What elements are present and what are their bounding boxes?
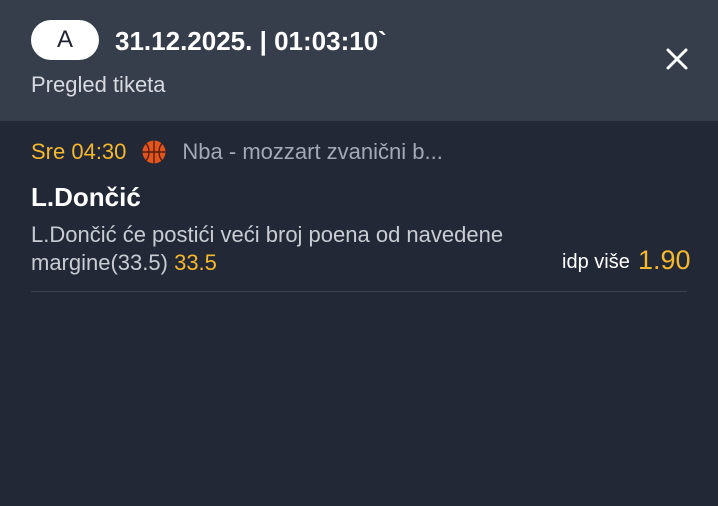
- bet-line-value: 33.5: [174, 250, 217, 275]
- player-name: L.Dončić: [31, 182, 141, 212]
- ticket-badge: A: [31, 20, 99, 60]
- close-icon: [666, 48, 688, 70]
- odds-value: 1.90: [638, 245, 691, 275]
- league-name: Nba - mozzart zvanični b...: [182, 139, 443, 164]
- bet-description-line2: margine(33.5): [31, 250, 168, 275]
- basketball-icon: [141, 139, 167, 165]
- ticket-header: A 31.12.2025. | 01:03:10` Pregled tiketa: [0, 0, 718, 121]
- bet-description: L.Dončić će postići veći broj poena od n…: [31, 221, 561, 277]
- event-info-row: Sre 04:30 Nba - mozzart zvanični b...: [31, 136, 443, 168]
- close-button[interactable]: [660, 42, 694, 76]
- bet-description-line1: L.Dončić će postići veći broj poena od n…: [31, 222, 504, 247]
- divider: [31, 291, 687, 292]
- page-title: Pregled tiketa: [31, 72, 166, 97]
- pick-label: idp više: [562, 251, 630, 273]
- bet-description-line2-wrap: margine(33.5) 33.5: [31, 249, 561, 277]
- ticket-datetime: 31.12.2025. | 01:03:10`: [115, 26, 387, 56]
- event-time: Sre 04:30: [31, 139, 127, 164]
